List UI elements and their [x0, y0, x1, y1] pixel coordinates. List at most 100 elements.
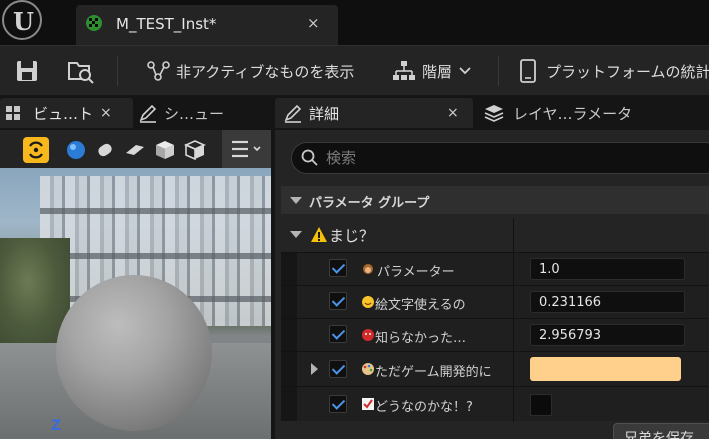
param-row: どうなのかな！?: [281, 386, 709, 422]
tab-details[interactable]: 詳細 ×: [275, 98, 473, 128]
custom-mesh-preview-icon[interactable]: [182, 137, 208, 163]
building-floor-line: [40, 208, 271, 214]
tab-details-label: 詳細: [309, 104, 340, 123]
platform-stats-label: プラットフォームの統計: [546, 62, 709, 81]
hierarchy-icon: [393, 61, 415, 80]
unreal-logo-icon[interactable]: U: [2, 0, 42, 40]
viewport-panel-tabs: ビュ…ト × シ…ュー: [0, 96, 271, 130]
save-sibling-button[interactable]: 兄弟を保存: [613, 423, 709, 439]
mobile-device-icon: [520, 59, 536, 83]
checkmark-emoji-icon: [362, 398, 374, 410]
preview-sphere: [56, 275, 212, 431]
tab-viewport[interactable]: ビュ…ト ×: [0, 98, 133, 128]
param-name: どうなのかな！?: [375, 400, 473, 415]
toolbar-separator: [117, 56, 118, 86]
preview-mesh-toggle-button[interactable]: [23, 137, 49, 163]
close-details-tab-button[interactable]: ×: [447, 105, 459, 121]
node-graph-icon: [147, 61, 170, 81]
parameter-group-title: パラメータ グループ: [309, 196, 430, 211]
hierarchy-label: 階層: [422, 62, 453, 81]
param-name: パラメーター: [377, 265, 455, 280]
browse-folder-icon[interactable]: [66, 56, 96, 86]
column-divider: [513, 319, 514, 352]
chevron-down-icon: [459, 67, 471, 75]
param-value-field[interactable]: 2.956793: [530, 324, 685, 346]
row-indent: [281, 352, 297, 386]
material-preview-viewport[interactable]: Z: [0, 168, 271, 439]
plane-preview-icon[interactable]: [122, 137, 148, 163]
document-tab[interactable]: M_TEST_Inst* ×: [76, 5, 338, 45]
row-indent: [281, 387, 297, 421]
column-divider: [513, 387, 514, 422]
column-divider: [513, 286, 514, 319]
parameter-group-header[interactable]: パラメータ グループ: [281, 186, 709, 214]
collapse-arrow-icon[interactable]: [290, 197, 302, 204]
param-name: 絵文字使えるの: [375, 298, 466, 313]
toolbar-separator: [498, 56, 499, 86]
document-tab-title: M_TEST_Inst*: [116, 15, 217, 33]
preview-toolbar: [0, 130, 271, 168]
cylinder-preview-icon[interactable]: [92, 137, 118, 163]
close-tab-button[interactable]: ×: [307, 14, 320, 32]
param-row: 知らなかった… 2.956793: [281, 318, 709, 352]
tab-shader[interactable]: シ…ュー: [138, 98, 268, 128]
param-override-checkbox[interactable]: [329, 360, 347, 378]
param-row: 絵文字使えるの 0.231166: [281, 285, 709, 319]
expand-arrow-icon[interactable]: [311, 363, 318, 375]
param-override-checkbox[interactable]: [329, 395, 347, 413]
tab-layer-parameters-label: レイヤ…ラメータ: [513, 104, 633, 123]
palette-emoji-icon: [362, 363, 374, 375]
hamburger-menu-icon: [232, 140, 261, 158]
param-override-checkbox[interactable]: [329, 325, 347, 343]
show-inactive-label: 非アクティブなものを表示: [176, 62, 355, 81]
save-icon[interactable]: [14, 56, 40, 86]
cube-preview-icon[interactable]: [152, 137, 178, 163]
search-box[interactable]: [291, 142, 709, 174]
details-panel-tabs: 詳細 × レイヤ…ラメータ: [275, 96, 709, 130]
warning-icon: [311, 227, 327, 242]
viewport-panel: ビュ…ト × シ…ュー Z: [0, 96, 271, 439]
column-divider: [513, 253, 514, 286]
search-icon: [301, 149, 318, 166]
row-indent: [281, 286, 297, 318]
param-name: ただゲーム開発的に: [375, 365, 492, 380]
pencil-icon: [284, 104, 302, 123]
viewport-grid-icon: [6, 106, 20, 120]
axis-z-label: Z: [51, 418, 62, 434]
color-swatch[interactable]: [530, 357, 681, 381]
search-input[interactable]: [326, 148, 706, 168]
material-instance-icon: [86, 15, 102, 31]
hierarchy-button[interactable]: 階層: [392, 56, 472, 86]
param-override-checkbox[interactable]: [329, 292, 347, 310]
main-toolbar: 非アクティブなものを表示 階層 プラットフォームの統計: [0, 45, 709, 95]
collapse-arrow-icon[interactable]: [290, 231, 302, 238]
tab-shader-label: シ…ュー: [164, 104, 225, 123]
bool-value-checkbox[interactable]: [530, 394, 552, 416]
tab-viewport-label: ビュ…ト: [33, 104, 94, 123]
param-value-field[interactable]: 0.231166: [530, 291, 685, 313]
param-row: パラメーター 1.0: [281, 252, 709, 286]
param-row: ただゲーム開発的に: [281, 351, 709, 387]
details-panel: 詳細 × レイヤ…ラメータ パラメータ グループ まじ？: [275, 96, 709, 439]
category-title: まじ？: [329, 227, 375, 245]
monkey-emoji-icon: [363, 264, 373, 274]
sphere-preview-icon[interactable]: [63, 137, 89, 163]
tab-layer-parameters[interactable]: レイヤ…ラメータ: [483, 98, 709, 128]
title-bar: U M_TEST_Inst* ×: [0, 0, 709, 45]
row-indent: [281, 319, 297, 351]
param-override-checkbox[interactable]: [329, 259, 347, 277]
column-divider: [513, 352, 514, 387]
platform-stats-button[interactable]: プラットフォームの統計: [518, 56, 709, 86]
show-inactive-button[interactable]: 非アクティブなものを表示: [146, 56, 354, 86]
param-value-field[interactable]: 1.0: [530, 258, 685, 280]
ogre-emoji-icon: [362, 329, 374, 341]
layers-icon: [484, 105, 504, 122]
smile-emoji-icon: [362, 296, 374, 308]
column-divider: [513, 218, 514, 252]
category-row[interactable]: まじ？: [281, 218, 709, 252]
row-indent: [281, 253, 297, 285]
pencil-icon: [139, 104, 157, 123]
viewport-options-menu-button[interactable]: [222, 130, 271, 168]
building-floor-line: [40, 253, 271, 259]
close-viewport-tab-button[interactable]: ×: [100, 105, 112, 121]
